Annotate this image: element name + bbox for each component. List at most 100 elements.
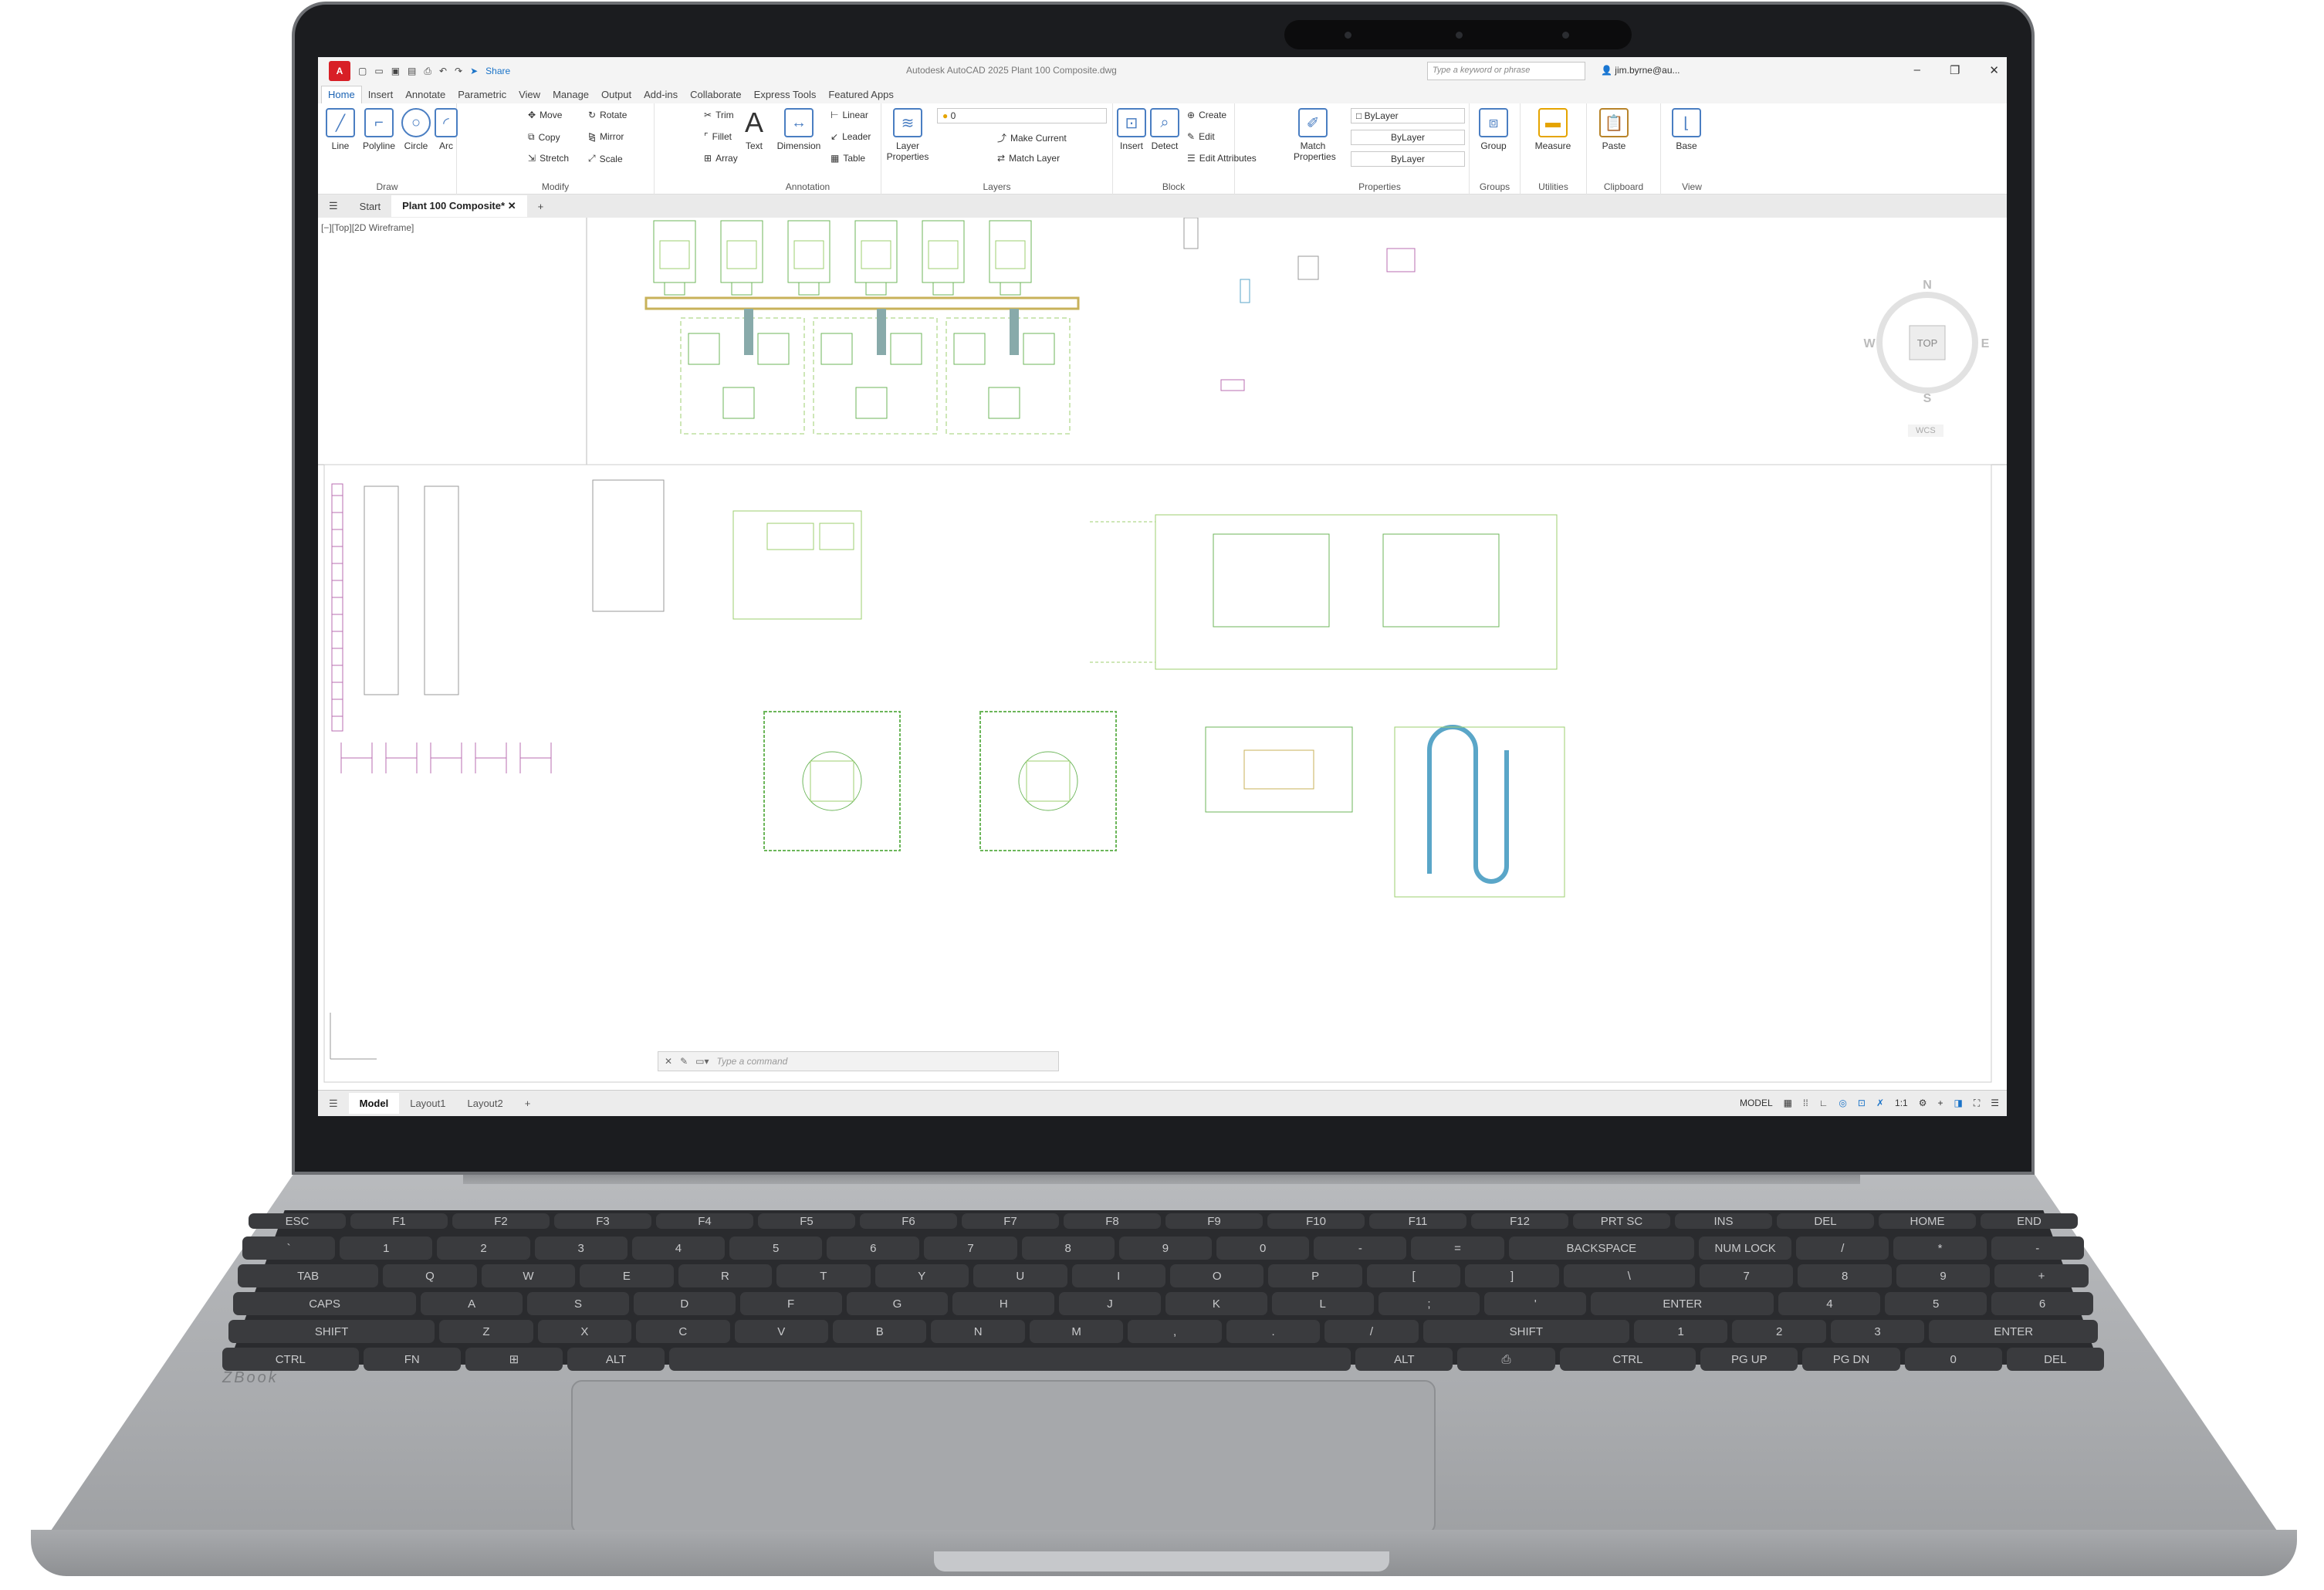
key[interactable]: w — [481, 1264, 576, 1287]
key[interactable]: num lock — [1699, 1236, 1792, 1260]
key[interactable]: - — [1991, 1236, 2084, 1260]
new-tab-icon[interactable]: + — [527, 196, 555, 217]
measure-button[interactable]: ▬ Measure — [1528, 108, 1578, 151]
close-command-icon[interactable]: ✕ — [665, 1056, 672, 1067]
print-icon[interactable]: ⎙ — [424, 66, 431, 77]
tab-layout1[interactable]: Layout1 — [399, 1093, 456, 1114]
key[interactable]: del — [2006, 1348, 2104, 1371]
ribbon-tab-express-tools[interactable]: Express Tools — [748, 86, 823, 103]
key[interactable]: 9 — [1118, 1236, 1213, 1260]
ribbon-tab-view[interactable]: View — [512, 86, 546, 103]
key[interactable]: 9 — [1896, 1264, 1991, 1287]
match-properties-button[interactable]: ✐ Match Properties — [1294, 108, 1336, 162]
key[interactable]: u — [973, 1264, 1067, 1287]
create-block-button[interactable]: ⊕ Create — [1187, 110, 1226, 120]
tab-layout2[interactable]: Layout2 — [456, 1093, 513, 1114]
view-panel-label[interactable]: View — [1661, 181, 1723, 192]
lineweight-dropdown[interactable]: ByLayer — [1351, 151, 1465, 167]
scale-button[interactable]: ⤢ Scale — [588, 153, 623, 164]
key[interactable]: t — [776, 1264, 871, 1287]
table-button[interactable]: ▦ Table — [830, 153, 865, 164]
share-icon[interactable]: ➤ — [470, 66, 478, 77]
compass-s[interactable]: S — [1923, 392, 1932, 405]
key[interactable]: end — [1981, 1213, 2078, 1229]
key[interactable]: alt — [1355, 1348, 1453, 1371]
grid-icon[interactable]: ▦ — [1784, 1098, 1792, 1108]
line-tool[interactable]: ╱ Line — [320, 108, 361, 151]
osnap-icon[interactable]: ⊡ — [1858, 1098, 1866, 1108]
snap-icon[interactable]: ⁞⁞ — [1803, 1098, 1808, 1108]
key[interactable]: f — [739, 1292, 842, 1315]
wcs-menu[interactable]: WCS — [1908, 425, 1943, 437]
key[interactable]: e — [580, 1264, 674, 1287]
layers-panel-label[interactable]: Layers — [881, 181, 1112, 192]
groups-panel-label[interactable]: Groups — [1470, 181, 1520, 192]
edit-block-button[interactable]: ✎ Edit — [1187, 131, 1215, 142]
key[interactable]: f10 — [1267, 1213, 1365, 1229]
mirror-button[interactable]: ⧎ Mirror — [588, 131, 624, 142]
annotation-visibility-icon[interactable]: ✗ — [1876, 1098, 1884, 1108]
key[interactable]: b — [833, 1320, 927, 1343]
key[interactable]: - — [1314, 1236, 1407, 1260]
new-file-icon[interactable]: ▢ — [358, 66, 367, 77]
ribbon-tab-manage[interactable]: Manage — [546, 86, 595, 103]
key[interactable]: ctrl — [222, 1348, 359, 1371]
key[interactable]: [ — [1366, 1264, 1461, 1287]
key[interactable]: l — [1271, 1292, 1374, 1315]
paste-button[interactable]: 📋 Paste — [1595, 108, 1633, 151]
open-icon[interactable]: ▭ — [374, 66, 383, 77]
detect-button[interactable]: ⌕ Detect — [1145, 108, 1184, 151]
search-input[interactable]: Type a keyword or phrase — [1427, 62, 1585, 80]
key[interactable]: j — [1059, 1292, 1161, 1315]
key[interactable]: ; — [1378, 1292, 1480, 1315]
key[interactable]: ` — [242, 1236, 336, 1260]
insert-block-button[interactable]: ⊡ Insert — [1115, 108, 1148, 151]
key[interactable]: n — [931, 1320, 1025, 1343]
key[interactable]: tab — [238, 1264, 379, 1287]
key[interactable]: enter — [1929, 1320, 2098, 1343]
key[interactable]: f6 — [860, 1213, 957, 1229]
polar-icon[interactable]: ◎ — [1839, 1098, 1846, 1108]
key[interactable]: 8 — [1798, 1264, 1892, 1287]
customize-command-icon[interactable]: ✎ — [680, 1056, 688, 1067]
key[interactable]: f7 — [962, 1213, 1059, 1229]
ribbon-tab-insert[interactable]: Insert — [362, 86, 400, 103]
key[interactable]: c — [636, 1320, 730, 1343]
share-button[interactable]: Share — [485, 66, 510, 77]
key[interactable]: pg dn — [1802, 1348, 1900, 1371]
model-space-button[interactable]: MODEL — [1740, 1098, 1773, 1108]
polyline-tool[interactable]: ⌐ Polyline — [358, 108, 400, 151]
key[interactable]: m — [1029, 1320, 1124, 1343]
key[interactable]: * — [1893, 1236, 1987, 1260]
key[interactable]: + — [1994, 1264, 2089, 1287]
array-button[interactable]: ⊞ Array — [704, 153, 738, 164]
touchpad[interactable] — [571, 1380, 1436, 1534]
ribbon-tab-add-ins[interactable]: Add-ins — [638, 86, 684, 103]
layer-dropdown[interactable]: ● 0 — [937, 108, 1107, 123]
key[interactable]: 6 — [1991, 1292, 2093, 1315]
key[interactable]: ⎙ — [1457, 1348, 1555, 1371]
key[interactable]: / — [1324, 1320, 1419, 1343]
key[interactable]: shift — [228, 1320, 435, 1343]
key[interactable]: backspace — [1508, 1236, 1695, 1260]
key[interactable]: alt — [567, 1348, 665, 1371]
base-view-button[interactable]: ⌊ Base — [1667, 108, 1706, 151]
key[interactable]: caps — [233, 1292, 417, 1315]
fillet-button[interactable]: ⌜ Fillet — [704, 131, 732, 142]
linear-button[interactable]: ⊢ Linear — [830, 110, 868, 120]
key[interactable]: q — [383, 1264, 477, 1287]
tab-model[interactable]: Model — [348, 1093, 400, 1114]
move-button[interactable]: ✥ Move — [528, 110, 562, 120]
block-panel-label[interactable]: Block — [1113, 181, 1234, 192]
maximize-button[interactable]: ❐ — [1950, 63, 1960, 77]
key[interactable]: 1 — [1633, 1320, 1728, 1343]
key[interactable]: f11 — [1369, 1213, 1466, 1229]
key[interactable]: 4 — [631, 1236, 726, 1260]
save-icon[interactable]: ▣ — [391, 66, 400, 77]
key[interactable]: f2 — [452, 1213, 550, 1229]
key[interactable]: f12 — [1471, 1213, 1568, 1229]
copy-button[interactable]: ⧉ Copy — [528, 131, 560, 143]
group-button[interactable]: ⧈ Group — [1474, 108, 1513, 151]
file-menu-icon[interactable]: ☰ — [318, 195, 349, 217]
fullscreen-icon[interactable]: ⛶ — [1974, 1098, 1980, 1109]
